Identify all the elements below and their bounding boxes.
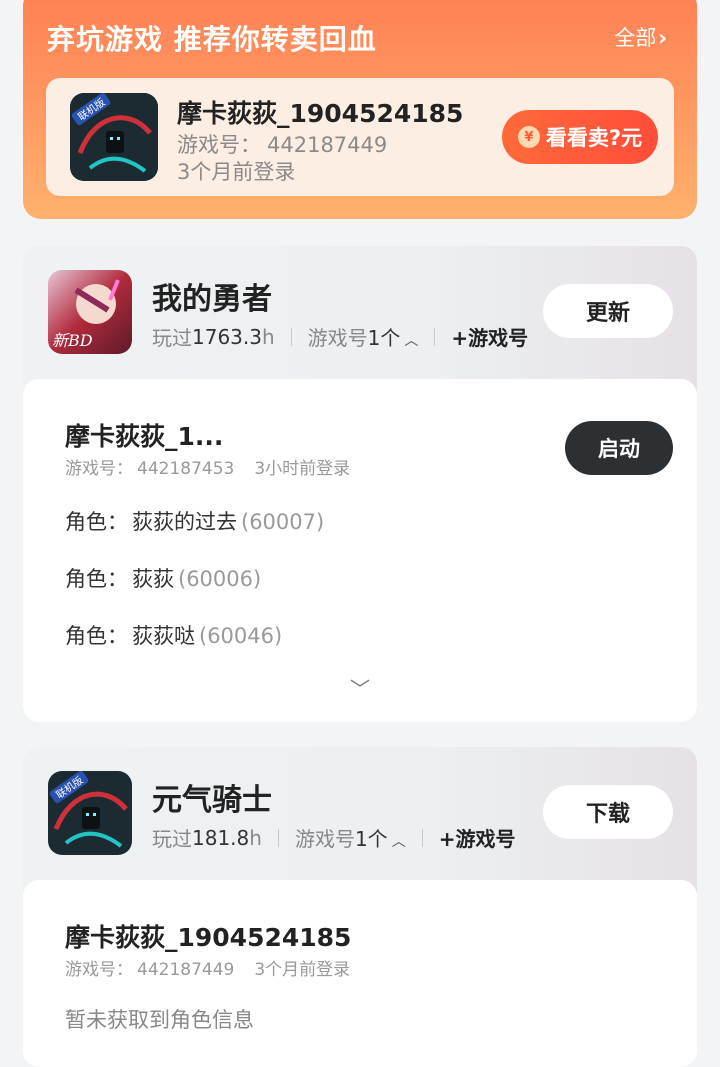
game-id-value: 442187449: [267, 133, 388, 157]
check-sell-price-button[interactable]: ¥ 看看卖?元: [502, 110, 658, 164]
playtime-value: 1763.3: [192, 324, 262, 349]
game-title: 元气骑士: [152, 783, 272, 818]
role-label: 角色：: [65, 567, 128, 591]
resell-account-card[interactable]: 联机版 摩卡荻荻_1904524185 游戏号： 442187449 3个月前登录…: [46, 78, 674, 196]
divider: [434, 327, 436, 346]
update-button[interactable]: 更新: [543, 284, 673, 338]
promo-game-id: 游戏号： 442187449: [177, 129, 387, 159]
divider: [421, 828, 423, 847]
role-id: (60007): [241, 510, 325, 534]
accounts-count: 1个: [367, 326, 401, 350]
game-id-value: 442187453: [137, 459, 235, 479]
account-details: 游戏号： 442187453 3小时前登录: [65, 454, 350, 479]
accounts-count: 1个: [354, 827, 388, 851]
account-name: 摩卡荻荻_1904524185: [65, 923, 352, 952]
role-name: 荻荻: [132, 567, 174, 591]
last-login: 3个月前登录: [254, 960, 351, 980]
chevron-right-icon: ›: [658, 26, 667, 50]
launch-button[interactable]: 启动: [565, 421, 673, 475]
view-all-link[interactable]: 全部›: [614, 22, 667, 52]
game-id-value: 442187449: [137, 960, 235, 980]
game-id-label: 游戏号：: [65, 960, 133, 980]
download-button[interactable]: 下载: [543, 785, 673, 839]
role-id: (60046): [199, 624, 283, 648]
accounts-toggle[interactable]: 游戏号1个 ︿: [295, 823, 406, 852]
game-title: 我的勇者: [152, 282, 272, 317]
role-name: 荻荻哒: [132, 624, 195, 648]
chevron-up-icon: ︿: [391, 834, 406, 850]
role-row: 角色： 荻荻 (60006): [65, 563, 261, 593]
resell-promo-banner: 弃坑游戏 推荐你转卖回血 全部› 联机版 摩卡荻荻_1904524185 游戏号…: [23, 0, 697, 219]
game-stats: 玩过 181.8 h 游戏号1个 ︿ +游戏号: [152, 823, 515, 852]
promo-last-login: 3个月前登录: [177, 160, 296, 184]
last-login: 3小时前登录: [254, 459, 351, 479]
new-bd-icon-text: 新BD: [52, 331, 93, 350]
chevron-up-icon: ︿: [404, 333, 419, 349]
account-panel: 摩卡荻荻_1... 游戏号： 442187453 3小时前登录 启动 角色： 荻荻的过…: [23, 379, 697, 722]
accounts-toggle[interactable]: 游戏号1个 ︿: [308, 322, 419, 351]
promo-account-name: 摩卡荻荻_1904524185: [177, 99, 464, 128]
role-name: 荻荻的过去: [132, 510, 237, 534]
no-role-info-text: 暂未获取到角色信息: [65, 1008, 254, 1032]
divider: [277, 828, 279, 847]
playtime-unit: h: [249, 825, 262, 850]
game-id-label: 游戏号：: [177, 133, 261, 157]
add-game-account-link[interactable]: +游戏号: [439, 823, 516, 852]
game-card-my-brave: 新BD 我的勇者 玩过 1763.3 h 游戏号1个 ︿ +游戏号 更新 摩卡荻荻_1…: [23, 246, 697, 722]
my-brave-game-icon: 新BD: [48, 270, 132, 354]
accounts-label: 游戏号: [307, 326, 368, 350]
role-label: 角色：: [65, 510, 128, 534]
view-all-label: 全部: [614, 26, 657, 50]
game-card-soul-knight: 联机版 元气骑士 玩过 181.8 h 游戏号1个 ︿ +游戏号 下载 摩卡荻荻_19…: [23, 747, 697, 1067]
divider: [290, 327, 292, 346]
account-panel: 摩卡荻荻_1904524185 游戏号： 442187449 3个月前登录 暂未获取…: [23, 880, 697, 1067]
account-details: 游戏号： 442187449 3个月前登录: [65, 955, 350, 980]
playtime-unit: h: [261, 324, 275, 349]
game-stats: 玩过 1763.3 h 游戏号1个 ︿ +游戏号: [152, 322, 528, 351]
playtime-label: 玩过: [152, 827, 192, 851]
sell-button-label: 看看卖?元: [545, 126, 643, 150]
playtime-value: 181.8: [192, 825, 250, 850]
account-name: 摩卡荻荻_1...: [65, 422, 224, 451]
soul-knight-game-icon: 联机版: [70, 93, 158, 181]
soul-knight-game-icon: 联机版: [48, 771, 132, 855]
game-id-label: 游戏号：: [65, 459, 133, 479]
accounts-label: 游戏号: [294, 827, 355, 851]
role-row: 角色： 荻荻哒 (60046): [65, 620, 282, 650]
playtime-label: 玩过: [152, 326, 192, 350]
role-id: (60006): [178, 567, 262, 591]
add-game-account-link[interactable]: +游戏号: [451, 322, 528, 351]
role-row: 角色： 荻荻的过去 (60007): [65, 506, 324, 536]
promo-title: 弃坑游戏 推荐你转卖回血: [47, 23, 377, 56]
role-label: 角色：: [65, 624, 128, 648]
expand-roles-chevron-down-icon[interactable]: ﹀: [350, 673, 370, 702]
coin-icon: ¥: [517, 126, 540, 148]
